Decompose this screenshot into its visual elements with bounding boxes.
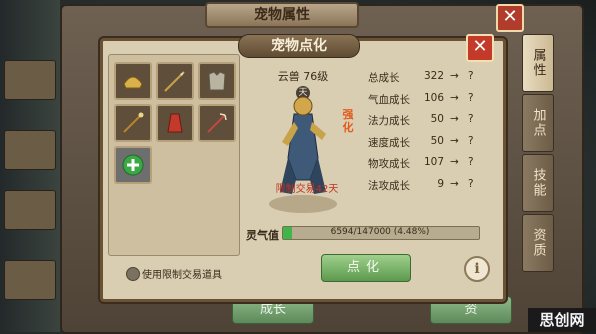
stat-value: 106: [423, 91, 444, 104]
growth-stats: 总成长 322 → ? 气血成长 106 → ? 法力成长 50 → ? 速度成…: [368, 66, 492, 196]
tab-aptitude[interactable]: 资质: [522, 214, 554, 272]
pet-figure: [269, 96, 337, 213]
stat-row: 气血成长 106 → ?: [368, 88, 492, 110]
info-icon[interactable]: i: [464, 256, 490, 282]
trident-icon: [207, 113, 227, 133]
add-icon: [122, 154, 144, 176]
helmet-icon: [123, 76, 143, 89]
outer-close-button[interactable]: ✕: [496, 4, 524, 32]
stat-row: 法攻成长 9 → ?: [368, 174, 492, 196]
enhance-button[interactable]: 点化: [321, 254, 411, 282]
arrow-icon: →: [450, 156, 459, 169]
dialog-title: 宠物点化: [238, 34, 360, 58]
stat-row: 法力成长 50 → ?: [368, 109, 492, 131]
close-icon: ✕: [472, 36, 488, 57]
staff-icon: [123, 112, 144, 133]
item-slot[interactable]: [114, 62, 152, 100]
outer-window-title: 宠物属性: [205, 2, 359, 28]
use-restricted-items-label: 使用限制交易道具: [142, 270, 222, 281]
arrow-icon: →: [450, 113, 459, 126]
arrow-icon: →: [450, 177, 459, 190]
item-slot[interactable]: [156, 104, 194, 142]
watermark-logo: 思创网: [528, 308, 596, 332]
spirit-progress-text: 6594/147000 (4.48%): [330, 227, 430, 237]
stat-value: 107: [423, 156, 444, 169]
arrow-icon: →: [450, 91, 459, 104]
stat-value: 50: [430, 113, 444, 126]
stat-row: 总成长 322 → ?: [368, 66, 492, 88]
arrow-icon: →: [450, 134, 459, 147]
stat-next: ?: [468, 113, 474, 126]
stat-value: 50: [430, 134, 444, 147]
stat-name: 气血成长: [368, 93, 410, 106]
stat-name: 总成长: [368, 72, 400, 84]
stat-value: 9: [437, 177, 444, 190]
tab-add-points[interactable]: 加点: [522, 94, 554, 152]
left-list-item[interactable]: [4, 260, 56, 300]
stat-row: 速度成长 50 → ?: [368, 131, 492, 153]
spear-icon: [164, 71, 185, 92]
dialog-close-button[interactable]: ✕: [466, 34, 494, 62]
robe-icon: [167, 113, 183, 133]
stat-row: 物攻成长 107 → ?: [368, 152, 492, 174]
tab-skills[interactable]: 技能: [522, 154, 554, 212]
enhance-badge: 强化: [342, 108, 354, 134]
item-slot[interactable]: [156, 62, 194, 100]
arrow-icon: →: [450, 70, 459, 82]
left-character-strip: [0, 0, 60, 332]
trade-restriction-text: 限制交易42天: [275, 184, 339, 195]
stat-next: ?: [468, 177, 474, 190]
stat-name: 法攻成长: [368, 179, 410, 192]
left-list-item[interactable]: [4, 190, 56, 230]
item-slot[interactable]: [198, 62, 236, 100]
stat-next: ?: [468, 156, 474, 169]
stat-name: 法力成长: [368, 115, 410, 128]
add-item-slot[interactable]: [114, 146, 152, 184]
stat-next: ?: [468, 134, 474, 147]
armor-icon: [208, 71, 226, 91]
use-restricted-items-toggle[interactable]: [126, 267, 140, 281]
spirit-label: 灵气值: [246, 229, 279, 242]
stat-name: 物攻成长: [368, 158, 410, 171]
close-icon: ✕: [502, 6, 518, 27]
stat-next: ?: [468, 91, 474, 104]
left-list-item[interactable]: [4, 60, 56, 100]
left-list-item[interactable]: [4, 130, 56, 170]
item-slot[interactable]: [114, 104, 152, 142]
stat-value: 322: [423, 70, 444, 82]
item-slot[interactable]: [198, 104, 236, 142]
stat-name: 速度成长: [368, 136, 410, 149]
tab-attributes[interactable]: 属性: [522, 34, 554, 92]
stat-next: ?: [468, 70, 474, 82]
